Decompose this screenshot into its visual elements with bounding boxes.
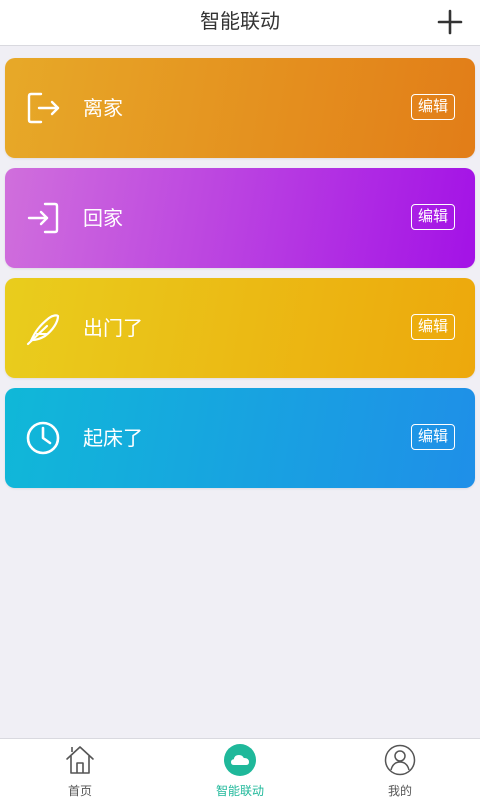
scene-card-back-home[interactable]: 回家 编辑 bbox=[5, 168, 475, 268]
tab-label: 智能联动 bbox=[215, 784, 264, 798]
edit-button[interactable]: 编辑 bbox=[411, 204, 455, 230]
tab-mine[interactable]: 我的 bbox=[320, 739, 480, 800]
home-icon bbox=[66, 746, 94, 774]
edit-button[interactable]: 编辑 bbox=[411, 314, 455, 340]
add-scene-button[interactable] bbox=[434, 6, 466, 38]
scene-list: 离家 编辑 回家 编辑 出门了 编辑 起床了 编辑 bbox=[5, 58, 475, 498]
clock-icon bbox=[26, 421, 60, 455]
scene-card-leave-home[interactable]: 离家 编辑 bbox=[5, 58, 475, 158]
user-icon bbox=[384, 744, 416, 776]
scene-label: 出门了 bbox=[83, 316, 143, 340]
scene-card-going-out[interactable]: 出门了 编辑 bbox=[5, 278, 475, 378]
scene-card-wake-up[interactable]: 起床了 编辑 bbox=[5, 388, 475, 488]
login-icon bbox=[27, 202, 59, 234]
cloud-icon bbox=[224, 744, 256, 776]
scene-label: 回家 bbox=[83, 206, 123, 230]
tab-label: 我的 bbox=[387, 784, 412, 798]
tab-smart-linkage[interactable]: 智能联动 bbox=[160, 739, 320, 800]
header-bar: 智能联动 bbox=[0, 0, 480, 46]
edit-button[interactable]: 编辑 bbox=[411, 424, 455, 450]
scene-label: 离家 bbox=[83, 96, 123, 120]
plus-icon bbox=[437, 9, 463, 35]
scene-label: 起床了 bbox=[83, 426, 143, 450]
page-title: 智能联动 bbox=[200, 9, 280, 33]
feather-icon bbox=[26, 314, 60, 346]
tab-home[interactable]: 首页 bbox=[0, 739, 160, 800]
edit-button[interactable]: 编辑 bbox=[411, 94, 455, 120]
tab-label: 首页 bbox=[67, 784, 92, 798]
bottom-tab-bar: 首页 智能联动 我的 bbox=[0, 738, 480, 800]
app-root: 智能联动 离家 编辑 回家 编辑 出门了 编辑 起床了 编辑 首页 智能联动 我… bbox=[0, 0, 480, 800]
logout-icon bbox=[27, 92, 60, 124]
